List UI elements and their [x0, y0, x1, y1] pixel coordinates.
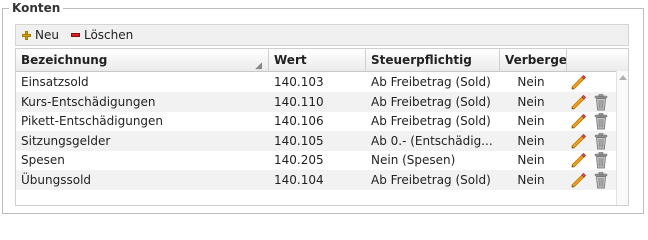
- cell-wert: 140.205: [274, 153, 324, 167]
- cell-wert: 140.103: [274, 75, 324, 89]
- cell-verbergen: Nein: [517, 172, 545, 187]
- cell-verbergen: Nein: [517, 133, 545, 148]
- column-header-bezeichnung[interactable]: Bezeichnung ◢: [16, 49, 269, 71]
- pencil-icon[interactable]: [571, 94, 587, 110]
- cell-bezeichnung: Einsatzsold: [21, 75, 89, 89]
- pencil-icon[interactable]: [571, 172, 587, 188]
- cell-steuerpflichtig: Ab Freibetrag (Sold): [371, 94, 491, 109]
- cell-verbergen: Nein: [517, 114, 545, 128]
- minus-icon: [70, 33, 80, 37]
- cell-bezeichnung: Pikett-Entschädigungen: [21, 114, 164, 128]
- cell-steuerpflichtig: Ab Freibetrag (Sold): [371, 172, 491, 187]
- pencil-icon[interactable]: [571, 74, 587, 90]
- column-header-wert[interactable]: Wert: [269, 49, 366, 71]
- trash-icon[interactable]: [594, 132, 608, 150]
- cell-steuerpflichtig: Ab Freibetrag (Sold): [371, 114, 491, 128]
- cell-verbergen: Nein: [517, 153, 545, 167]
- trash-icon[interactable]: [594, 152, 608, 169]
- vertical-scrollbar[interactable]: [616, 71, 628, 205]
- cell-wert: 140.106: [274, 114, 324, 128]
- sort-asc-icon: ◢: [255, 61, 262, 71]
- grid-header: Bezeichnung ◢ Wert Steuerpflichtig Verbe…: [16, 49, 628, 72]
- cell-bezeichnung: Spesen: [21, 153, 65, 167]
- cell-steuerpflichtig: Nein (Spesen): [371, 153, 456, 167]
- column-header-label: Verbergen: [505, 53, 567, 67]
- plus-icon: [22, 30, 31, 40]
- cell-steuerpflichtig: Ab Freibetrag (Sold): [371, 75, 491, 89]
- cell-bezeichnung: Kurs-Entschädigungen: [21, 94, 156, 109]
- table-row[interactable]: Übungssold 140.104 Ab Freibetrag (Sold) Nei…: [16, 169, 616, 190]
- pencil-icon[interactable]: [571, 152, 587, 168]
- cell-bezeichnung: Sitzungsgelder: [21, 133, 111, 148]
- table-row[interactable]: Pikett-Entschädigungen 140.106 Ab Freibetr…: [16, 111, 616, 131]
- accounts-grid: Bezeichnung ◢ Wert Steuerpflichtig Verbe…: [15, 48, 629, 206]
- cell-wert: 140.104: [274, 172, 324, 187]
- table-row[interactable]: Kurs-Entschädigungen 140.110 Ab Freibetrag…: [16, 91, 616, 112]
- pencil-icon[interactable]: [571, 113, 587, 129]
- toolbar: Neu Löschen: [15, 24, 629, 46]
- new-button[interactable]: Neu: [22, 28, 59, 42]
- column-header-label: Wert: [274, 53, 307, 67]
- cell-wert: 140.110: [274, 94, 324, 109]
- delete-button[interactable]: Löschen: [70, 28, 134, 42]
- trash-icon[interactable]: [594, 171, 608, 189]
- table-row[interactable]: Einsatzsold 140.103 Ab Freibetrag (Sold) Ne…: [16, 72, 616, 92]
- delete-button-label: Löschen: [83, 28, 134, 42]
- scroll-up-icon[interactable]: [619, 75, 627, 80]
- column-header-verbergen[interactable]: Verbergen: [500, 49, 567, 71]
- cell-wert: 140.105: [274, 133, 324, 148]
- pencil-icon[interactable]: [571, 133, 587, 149]
- trash-icon[interactable]: [594, 93, 608, 111]
- column-header-actions: [567, 49, 628, 71]
- cell-bezeichnung: Übungssold: [21, 172, 92, 187]
- new-button-label: Neu: [35, 28, 59, 42]
- cell-verbergen: Nein: [517, 75, 545, 89]
- table-row[interactable]: Sitzungsgelder 140.105 Ab 0.- (Entschädig.…: [16, 130, 616, 151]
- column-header-label: Steuerpflichtig: [371, 53, 472, 67]
- column-header-label: Bezeichnung: [21, 53, 108, 67]
- cell-steuerpflichtig: Ab 0.- (Entschädig...: [371, 133, 493, 148]
- column-header-steuerpflichtig[interactable]: Steuerpflichtig: [366, 49, 500, 71]
- cell-verbergen: Nein: [517, 94, 545, 109]
- trash-icon[interactable]: [594, 113, 608, 130]
- panel-title: Konten: [9, 1, 64, 15]
- table-row[interactable]: Spesen 140.205 Nein (Spesen) Nein: [16, 150, 616, 170]
